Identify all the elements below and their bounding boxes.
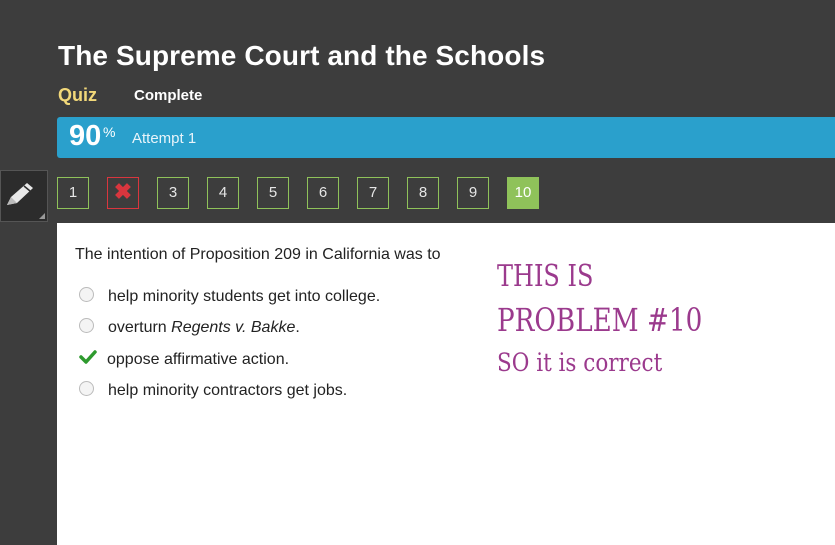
score-percent-sign: % (103, 124, 116, 140)
choice-label: help minority contractors get jobs. (108, 382, 348, 399)
question-nav-8[interactable]: 8 (407, 177, 439, 209)
quiz-label: Quiz (58, 85, 97, 105)
answer-choice-2[interactable]: overturn Regents v. Bakke. (79, 318, 300, 341)
score-value: 90 (69, 120, 102, 152)
pencil-icon (7, 183, 33, 205)
question-nav-10[interactable]: 10 (507, 177, 539, 209)
checkmark-icon (79, 350, 97, 364)
answer-choice-4[interactable]: help minority contractors get jobs. (79, 381, 348, 404)
choice-label-italic: Regents v. Bakke (171, 319, 296, 336)
question-panel: The intention of Proposition 209 in Cali… (57, 223, 835, 545)
notes-tab[interactable] (0, 170, 48, 222)
page-title: The Supreme Court and the Schools (58, 40, 546, 71)
choice-label-end: . (295, 319, 300, 336)
question-nav-3[interactable]: 3 (157, 177, 189, 209)
question-nav-4[interactable]: 4 (207, 177, 239, 209)
question-nav-1[interactable]: 1 (57, 177, 89, 209)
choice-label-start: overturn (108, 319, 172, 336)
question-nav-2[interactable]: ✖ (107, 177, 139, 209)
radio-button[interactable] (79, 381, 94, 397)
radio-button[interactable] (79, 287, 94, 303)
annotation-line-1: THIS IS (497, 259, 594, 294)
attempt-label: Attempt 1 (132, 130, 197, 147)
status-label: Complete (134, 87, 203, 104)
answer-choice-1[interactable]: help minority students get into college. (79, 287, 381, 310)
question-text: The intention of Proposition 209 in Cali… (75, 246, 441, 263)
question-nav-9[interactable]: 9 (457, 177, 489, 209)
answer-choice-3[interactable]: oppose affirmative action. (79, 350, 290, 373)
choice-label: oppose affirmative action. (107, 351, 290, 368)
question-nav-5[interactable]: 5 (257, 177, 289, 209)
score-bar: 90 % Attempt 1 (57, 117, 835, 158)
choice-label: help minority students get into college. (108, 288, 381, 305)
question-nav-7[interactable]: 7 (357, 177, 389, 209)
question-nav-6[interactable]: 6 (307, 177, 339, 209)
annotation-line-3: SO it is correct (497, 348, 663, 377)
corner-indicator (39, 213, 45, 219)
annotation-line-2: PROBLEM #10 (497, 301, 703, 339)
x-icon: ✖ (113, 179, 133, 204)
radio-button[interactable] (79, 318, 94, 334)
